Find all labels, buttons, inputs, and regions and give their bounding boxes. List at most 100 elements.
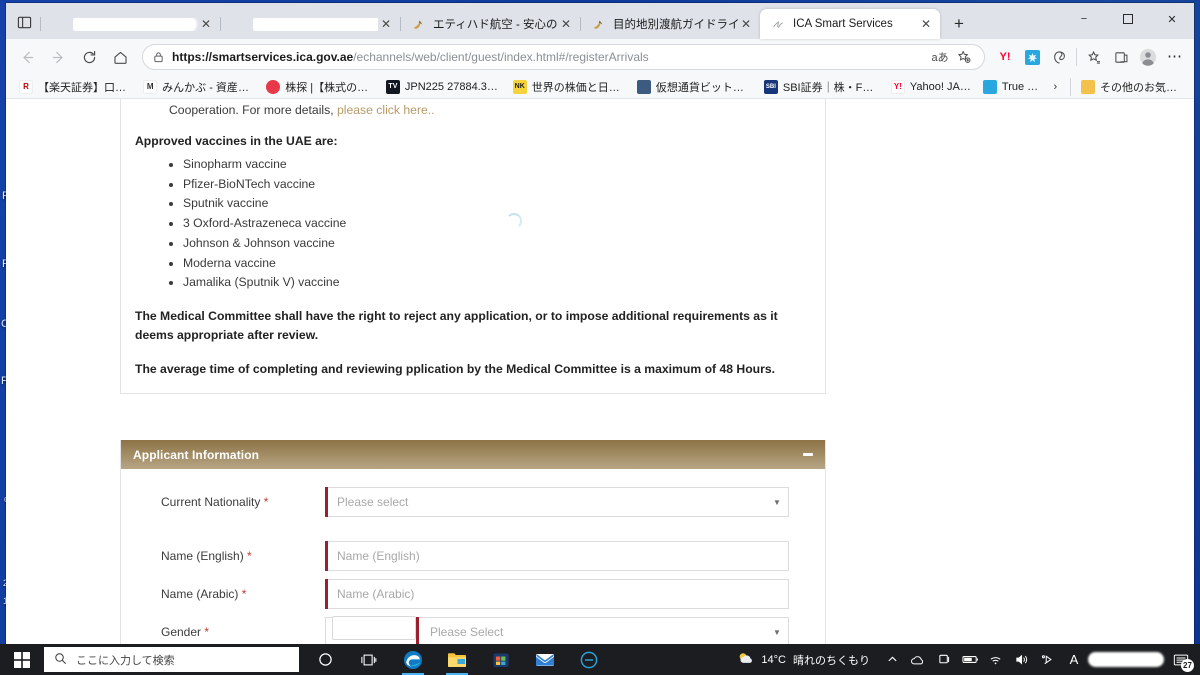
bookmark-label: 【楽天証券】口座開...	[38, 81, 131, 94]
bookmark-label: True Key	[1001, 80, 1039, 93]
tab-actions-icon[interactable]	[8, 5, 40, 39]
label-current-nationality: Current Nationality *	[161, 495, 269, 509]
list-item: Johnson & Johnson vaccine	[183, 234, 811, 254]
partly-sunny-icon	[737, 651, 754, 669]
profile-avatar-icon[interactable]	[1135, 44, 1161, 70]
browser-tab[interactable]: ✕	[40, 9, 220, 39]
weather-condition: 晴れのちくもり	[793, 654, 870, 667]
bookmark-item[interactable]: SBI SBI証券｜株・FX・投...	[759, 77, 884, 97]
browser-tab-ica-smart-services[interactable]: ICA Smart Services ✕	[760, 9, 940, 39]
gender-prefix-box[interactable]	[332, 616, 416, 640]
bookmark-item[interactable]: True Key	[978, 77, 1044, 97]
bookmark-favicon-icon	[266, 79, 281, 94]
page-viewport: Cooperation. For more details, please cl…	[6, 99, 1194, 644]
mail-icon[interactable]	[523, 644, 567, 675]
tab-close-icon[interactable]: ✕	[558, 16, 574, 32]
current-nationality-select[interactable]: Please select ▼	[325, 487, 789, 517]
arrow-right-icon[interactable]	[43, 43, 73, 71]
bookmark-item[interactable]: 仮想通貨ビットコイン...	[632, 77, 757, 97]
edge-icon[interactable]	[391, 644, 435, 675]
bookmark-item[interactable]: R 【楽天証券】口座開...	[14, 77, 136, 97]
url-domain: https://smartservices.ica.gov.ae	[172, 50, 354, 64]
yahoo-icon[interactable]: Y!	[992, 44, 1018, 70]
chevron-down-icon[interactable]: ▼	[766, 628, 788, 637]
collapse-toggle-icon[interactable]	[801, 448, 815, 462]
list-item: 3 Oxford-Astrazeneca vaccine	[183, 214, 811, 234]
read-aloud-icon[interactable]: aあ	[928, 46, 952, 68]
tab-title: 目的地別渡航ガイドライン - エティハ	[613, 19, 738, 31]
bookmark-item[interactable]: 株探 |【株式の銘柄...	[261, 77, 379, 97]
maximize-button[interactable]	[1106, 3, 1150, 35]
bluetooth-icon[interactable]	[1036, 644, 1060, 675]
ica-icon	[770, 16, 786, 32]
chevron-right-icon[interactable]: ›	[1046, 81, 1065, 93]
file-explorer-icon[interactable]	[435, 644, 479, 675]
cortana-icon[interactable]	[303, 644, 347, 675]
list-item: Pfizer-BioNTech vaccine	[183, 175, 811, 195]
notifications-icon[interactable]: 27	[1166, 644, 1196, 675]
tab-favicon-icon	[230, 16, 246, 32]
new-tab-button[interactable]: +	[944, 9, 974, 39]
applicant-information-header[interactable]: Applicant Information	[121, 440, 825, 469]
bookmark-item[interactable]: Y! Yahoo! JAPAN	[886, 77, 976, 97]
bookmark-favicon-icon	[982, 79, 997, 94]
browser-essentials-icon[interactable]	[1046, 44, 1072, 70]
search-input[interactable]: ここに入力して検索	[44, 647, 299, 672]
bookmark-label: JPN225 27884.30 ▼...	[404, 80, 501, 93]
tab-strip: ✕ ✕ エティハド航空 - 安心の空の旅 ✕ 目的地別渡航ガイドライン - エテ…	[6, 3, 1194, 39]
other-favorites-item[interactable]: その他のお気に入り	[1076, 77, 1190, 97]
remote-icon[interactable]	[932, 644, 956, 675]
wifi-icon[interactable]	[984, 644, 1008, 675]
split-screen-icon[interactable]	[1108, 44, 1134, 70]
address-bar-url: https://smartservices.ica.gov.ae/echanne…	[172, 50, 928, 64]
bookmark-item[interactable]: NK 世界の株価と日経平...	[508, 77, 630, 97]
name-english-placeholder: Name (English)	[337, 549, 420, 563]
more-options-icon[interactable]: ⋯	[1162, 44, 1188, 70]
tab-close-icon[interactable]: ✕	[738, 16, 754, 32]
task-view-icon[interactable]	[347, 644, 391, 675]
home-icon[interactable]	[105, 43, 135, 71]
bookmark-label: みんかぶ - 資産形成...	[162, 81, 254, 94]
name-arabic-placeholder: Name (Arabic)	[337, 587, 415, 601]
windows-start-icon[interactable]	[0, 644, 44, 675]
name-arabic-input[interactable]: Name (Arabic)	[325, 579, 789, 609]
tab-favicon-icon	[50, 16, 66, 32]
label-name-arabic: Name (Arabic) *	[161, 587, 247, 601]
arrow-left-icon[interactable]	[12, 43, 42, 71]
tab-close-icon[interactable]: ✕	[198, 16, 214, 32]
close-button[interactable]: ✕	[1150, 3, 1194, 35]
ime-icon[interactable]: A	[1062, 644, 1086, 675]
truekey-icon[interactable]	[1019, 44, 1045, 70]
collections-icon[interactable]	[1081, 44, 1107, 70]
browser-tab-etihad[interactable]: エティハド航空 - 安心の空の旅 ✕	[400, 9, 580, 39]
onedrive-icon[interactable]	[906, 644, 930, 675]
tab-close-icon[interactable]: ✕	[378, 16, 394, 32]
reload-icon[interactable]	[74, 43, 104, 71]
chevron-down-icon[interactable]: ▼	[766, 498, 788, 507]
browser-tab-etihad-guidelines[interactable]: 目的地別渡航ガイドライン - エティハ ✕	[580, 9, 760, 39]
browser-tab[interactable]: ✕	[220, 9, 400, 39]
info-content-card: Cooperation. For more details, please cl…	[120, 99, 826, 394]
volume-icon[interactable]	[1010, 644, 1034, 675]
folder-icon	[1080, 79, 1095, 94]
microsoft-store-icon[interactable]	[479, 644, 523, 675]
name-english-input[interactable]: Name (English)	[325, 541, 789, 571]
address-bar[interactable]: https://smartservices.ica.gov.ae/echanne…	[142, 44, 985, 70]
bookmark-favicon-icon: SBI	[763, 79, 778, 94]
tab-close-icon[interactable]: ✕	[918, 16, 934, 32]
star-add-icon[interactable]	[952, 46, 976, 68]
search-placeholder: ここに入力して検索	[76, 654, 175, 667]
click-here-link[interactable]: please click here..	[337, 103, 435, 117]
show-hidden-icons-icon[interactable]	[880, 644, 904, 675]
bookmark-item[interactable]: M みんかぶ - 資産形成...	[138, 77, 259, 97]
battery-icon[interactable]	[958, 644, 982, 675]
minimize-button[interactable]: −	[1062, 3, 1106, 35]
loading-spinner-icon	[506, 213, 522, 229]
cisco-webex-icon[interactable]	[567, 644, 611, 675]
panel-title: Applicant Information	[133, 447, 260, 462]
bookmark-item[interactable]: TV JPN225 27884.30 ▼...	[381, 77, 506, 97]
bookmark-label: SBI証券｜株・FX・投...	[782, 81, 879, 94]
weather-widget[interactable]: 14°C 晴れのちくもり	[733, 651, 878, 669]
gender-select[interactable]: Please Select ▼	[325, 616, 789, 644]
bookmark-label: 株探 |【株式の銘柄...	[285, 81, 374, 94]
